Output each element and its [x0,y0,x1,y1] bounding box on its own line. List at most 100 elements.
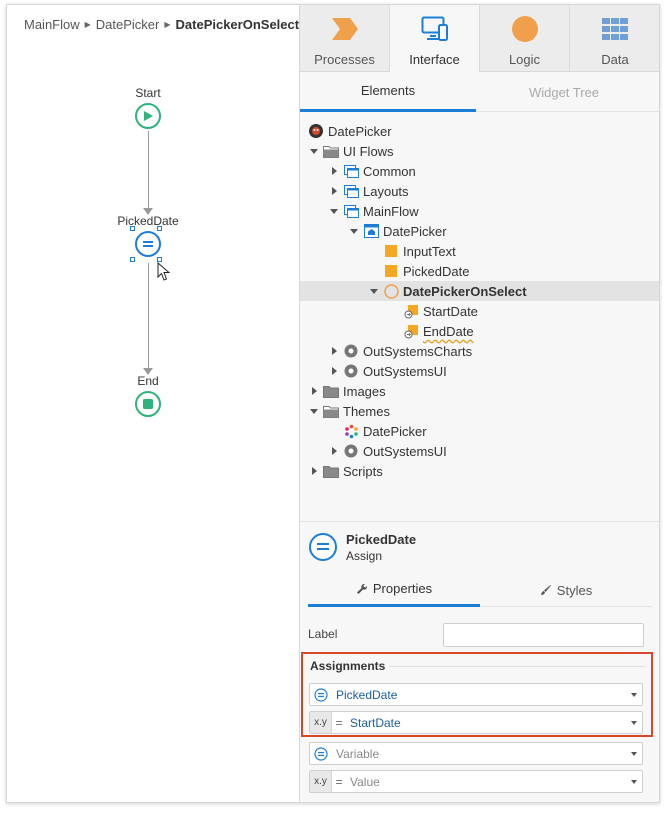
input-param-icon [403,323,419,339]
tree-item-enddate[interactable]: EndDate [300,321,659,341]
breadcrumb-item-mainflow[interactable]: MainFlow [24,17,80,32]
tab-logic[interactable]: Logic [480,5,570,72]
interface-icon [421,15,449,43]
chevron-down-icon[interactable] [308,401,320,421]
chevron-down-icon[interactable] [368,281,380,301]
input-param-icon [403,303,419,319]
tree-item-themes[interactable]: Themes [300,401,659,421]
tree-item-common[interactable]: Common [300,161,659,181]
chevron-down-icon[interactable] [328,201,340,221]
tab-styles-label: Styles [556,582,593,598]
tab-data[interactable]: Data [570,5,659,72]
stop-icon [143,399,153,409]
assign-equals-icon [310,743,332,764]
connector-line [148,131,149,209]
tab-properties[interactable]: Properties [308,573,480,607]
tab-widget-tree[interactable]: Widget Tree [476,72,652,112]
assign-equals-icon [143,241,153,247]
tree-item-startdate[interactable]: StartDate [300,301,659,321]
end-node[interactable] [135,391,161,417]
folder-icon [323,403,339,419]
equals-sign: = [335,774,343,789]
assignment-variable-value: PickedDate [336,687,398,702]
tree-item-pickeddate[interactable]: PickedDate [300,261,659,281]
assign-equals-icon [309,533,337,561]
selection-handle[interactable] [130,257,135,262]
chevron-down-icon[interactable] [348,221,360,241]
tree-item-label: PickedDate [403,263,470,279]
chevron-down-icon [626,779,642,784]
element-type: Assign [346,549,383,563]
chevron-right-icon[interactable] [308,461,320,481]
tab-elements[interactable]: Elements [300,72,476,112]
connector-line [148,263,149,369]
variable-icon [383,263,399,279]
flow-canvas[interactable]: MainFlow ▶ DatePicker ▶ DatePickerOnSele… [7,5,299,802]
properties-header: PickedDate Assign [300,521,659,573]
action-icon [383,283,399,299]
end-node-label: End [137,374,159,388]
chevron-right-icon[interactable] [328,361,340,381]
tree-item-label: DatePicker [383,223,447,239]
tree-item-theme-datepicker[interactable]: DatePicker [300,421,659,441]
assignment-value-value: StartDate [350,715,401,730]
breadcrumb-current: DatePickerOnSelect [175,17,300,32]
app-window: MainFlow ▶ DatePicker ▶ DatePickerOnSele… [6,4,660,803]
right-panel: Processes Interface Logic Data Elements … [299,5,659,802]
tree-item-scripts[interactable]: Scripts [300,461,659,481]
tab-interface[interactable]: Interface [390,5,480,72]
tree-item-label: DatePickerOnSelect [403,283,527,299]
tab-properties-label: Properties [372,581,433,596]
start-node[interactable] [135,103,161,129]
chevron-right-icon[interactable] [328,181,340,201]
assignment-value-dropdown[interactable]: x.y = StartDate [309,711,643,734]
breadcrumb-separator-icon: ▶ [164,20,171,29]
ui-flow-icon [343,183,359,199]
tab-processes-label: Processes [314,52,375,67]
tree-item-label: Layouts [363,183,409,199]
chevron-right-icon[interactable] [308,381,320,401]
folder-icon [323,143,339,159]
screen-icon [363,223,379,239]
selection-handle[interactable] [157,226,162,231]
chevron-right-icon[interactable] [328,161,340,181]
tab-interface-label: Interface [409,52,460,67]
tree-item-inputtext[interactable]: InputText [300,241,659,261]
wrench-icon [356,583,368,595]
tab-processes[interactable]: Processes [300,5,390,72]
tab-data-label: Data [601,52,629,67]
tree-item-datepicker-screen[interactable]: DatePicker [300,221,659,241]
divider [389,666,645,667]
breadcrumb-item-datepicker[interactable]: DatePicker [96,17,160,32]
reference-icon [343,443,359,459]
ui-flow-icon [343,203,359,219]
chevron-right-icon[interactable] [328,441,340,461]
tree-item-theme-outsystemsui[interactable]: OutSystemsUI [300,441,659,461]
properties-tab-bar: Properties Styles [308,573,652,607]
tree-item-module[interactable]: DatePicker [300,121,659,141]
label-input[interactable] [443,623,644,647]
selection-handle[interactable] [130,226,135,231]
assignment-variable-dropdown[interactable]: PickedDate [309,683,643,706]
element-name: PickedDate [346,532,417,547]
tree-item-ui-flows[interactable]: UI Flows [300,141,659,161]
assign-node[interactable] [135,231,161,257]
new-assignment-value-placeholder: Value [350,774,380,789]
tree-item-layouts[interactable]: Layouts [300,181,659,201]
tree-item-images[interactable]: Images [300,381,659,401]
new-assignment-variable-dropdown[interactable]: Variable [309,742,643,765]
ui-flow-icon [343,163,359,179]
tree-item-datepickeronselect[interactable]: DatePickerOnSelect [300,281,659,301]
tree-item-outsystemscharts[interactable]: OutSystemsCharts [300,341,659,361]
chevron-down-icon[interactable] [308,141,320,161]
assign-node-label: PickedDate [117,214,179,228]
assignments-section: Assignments PickedDate x.y = StartDate [301,652,653,737]
tab-logic-label: Logic [508,52,541,67]
tree-item-mainflow[interactable]: MainFlow [300,201,659,221]
tree-item-label: OutSystemsUI [363,363,447,379]
tree-item-outsystemsui[interactable]: OutSystemsUI [300,361,659,381]
tab-styles[interactable]: Styles [480,573,652,607]
chevron-right-icon[interactable] [328,341,340,361]
new-assignment-value-dropdown[interactable]: x.y = Value [309,770,643,793]
module-icon [308,123,324,139]
